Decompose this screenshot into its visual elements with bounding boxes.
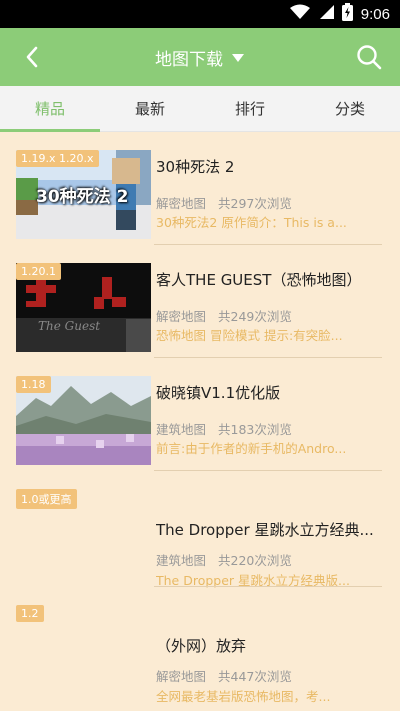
item-meta: 建筑地图 共183次浏览 (156, 419, 292, 438)
version-badge: 1.20.1 (16, 263, 61, 280)
item-description: 恐怖地图 冒险模式 提示:有突脸... (156, 328, 343, 343)
tab-bar: 精品 最新 排行 分类 (0, 86, 400, 132)
item-title: （外网）放弃 (156, 637, 247, 655)
version-badge: 1.19.x 1.20.x (16, 150, 99, 167)
item-category: 解密地图 (156, 669, 207, 684)
version-badge: 1.2 (16, 605, 44, 622)
item-category: 建筑地图 (156, 553, 207, 568)
list-item[interactable]: The Guest 1.20.1 客人THE GUEST（恐怖地图） 解密地图 … (0, 245, 400, 358)
item-description: 30种死法2 原作简介：This is a... (156, 215, 347, 230)
search-icon[interactable] (356, 44, 382, 70)
item-description: 全网最老基岩版恐怖地图，考... (156, 689, 331, 704)
thumbnail-caption: The Guest (38, 319, 101, 333)
item-category: 解密地图 (156, 196, 207, 211)
item-views: 共183次浏览 (218, 422, 292, 437)
list-item[interactable]: 1.18 破晓镇V1.1优化版 建筑地图 共183次浏览 前言:由于作者的新手机… (0, 358, 400, 471)
item-title: 30种死法 2 (156, 158, 235, 176)
thumbnail-caption: 30种死法 2 (36, 187, 129, 207)
tab-featured[interactable]: 精品 (0, 86, 100, 132)
item-views: 共297次浏览 (218, 196, 292, 211)
back-button[interactable] (18, 43, 46, 71)
item-meta: 建筑地图 共220次浏览 (156, 550, 292, 569)
page-title[interactable]: 地图下载 (155, 45, 223, 70)
item-views: 共447次浏览 (218, 669, 292, 684)
item-meta: 解密地图 共447次浏览 (156, 666, 292, 685)
item-title: The Dropper 星跳水立方经典... (156, 521, 374, 539)
battery-charging-icon (341, 3, 353, 25)
item-category: 解密地图 (156, 309, 207, 324)
version-badge: 1.0或更高 (16, 489, 77, 509)
status-time: 9:06 (360, 5, 390, 23)
app-bar: 地图下载 (0, 28, 400, 86)
item-category: 建筑地图 (156, 422, 207, 437)
title-dropdown[interactable]: 地图下载 (0, 28, 400, 86)
status-icons: 9:06 (289, 3, 390, 25)
item-title: 破晓镇V1.1优化版 (156, 384, 281, 402)
item-views: 共249次浏览 (218, 309, 292, 324)
list-item[interactable]: 1.2 （外网）放弃 解密地图 共447次浏览 全网最老基岩版恐怖地图，考... (0, 587, 400, 704)
item-meta: 解密地图 共249次浏览 (156, 306, 292, 325)
tab-ranking[interactable]: 排行 (200, 86, 300, 131)
list-item[interactable]: 30种死法 2 1.19.x 1.20.x 30种死法 2 解密地图 共297次… (0, 132, 400, 245)
item-views: 共220次浏览 (218, 553, 292, 568)
map-list: 30种死法 2 1.19.x 1.20.x 30种死法 2 解密地图 共297次… (0, 132, 400, 711)
item-meta: 解密地图 共297次浏览 (156, 193, 292, 212)
item-description: 前言:由于作者的新手机的Andro... (156, 441, 347, 456)
list-item[interactable]: 1.0或更高 The Dropper 星跳水立方经典... 建筑地图 共220次… (0, 471, 400, 588)
signal-icon (318, 4, 334, 24)
tab-category[interactable]: 分类 (300, 86, 400, 131)
item-title: 客人THE GUEST（恐怖地图） (156, 271, 362, 289)
version-badge: 1.18 (16, 376, 51, 393)
back-chevron-icon[interactable] (25, 46, 39, 68)
tab-latest[interactable]: 最新 (100, 86, 200, 131)
wifi-icon (289, 4, 310, 24)
dropdown-triangle-icon[interactable] (231, 48, 245, 67)
status-bar: 9:06 (0, 0, 400, 28)
search-button[interactable] (352, 40, 386, 74)
